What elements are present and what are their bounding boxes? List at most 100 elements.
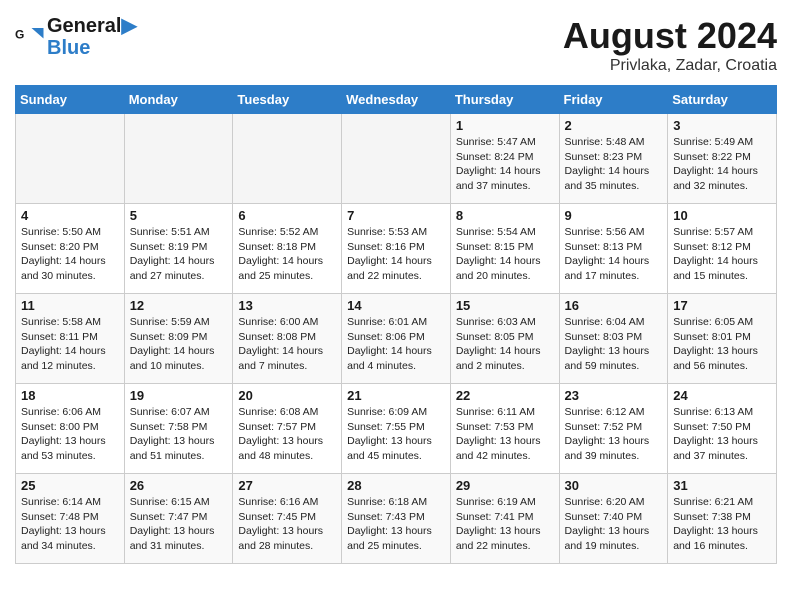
- day-info: Sunrise: 6:12 AM Sunset: 7:52 PM Dayligh…: [565, 405, 663, 464]
- day-info: Sunrise: 6:06 AM Sunset: 8:00 PM Dayligh…: [21, 405, 119, 464]
- day-info: Sunrise: 5:58 AM Sunset: 8:11 PM Dayligh…: [21, 315, 119, 374]
- main-title: August 2024: [563, 15, 777, 57]
- day-number: 30: [565, 478, 663, 493]
- day-info: Sunrise: 5:47 AM Sunset: 8:24 PM Dayligh…: [456, 135, 554, 194]
- calendar-cell: 6Sunrise: 5:52 AM Sunset: 8:18 PM Daylig…: [233, 204, 342, 294]
- day-info: Sunrise: 5:59 AM Sunset: 8:09 PM Dayligh…: [130, 315, 228, 374]
- calendar-cell: 3 Sunrise: 5:49 AM Sunset: 8:22 PM Daylig…: [668, 114, 777, 204]
- day-number: 14: [347, 298, 445, 313]
- logo-line2: Blue: [47, 37, 137, 59]
- logo: G General▶ Blue: [15, 15, 137, 59]
- day-number: 17: [673, 298, 771, 313]
- day-info: Sunrise: 6:07 AM Sunset: 7:58 PM Dayligh…: [130, 405, 228, 464]
- week-row-3: 11 Sunrise: 5:58 AM Sunset: 8:11 PM Dayli…: [16, 294, 777, 384]
- day-number: 27: [238, 478, 336, 493]
- calendar-cell: 8Sunrise: 5:54 AM Sunset: 8:15 PM Daylig…: [450, 204, 559, 294]
- day-number: 10: [673, 208, 771, 223]
- day-number: 22: [456, 388, 554, 403]
- calendar-cell: 1 Sunrise: 5:47 AM Sunset: 8:24 PM Daylig…: [450, 114, 559, 204]
- calendar-cell: 10 Sunrise: 5:57 AM Sunset: 8:12 PM Dayli…: [668, 204, 777, 294]
- page-header: G General▶ Blue August 2024 Privlaka, Za…: [15, 15, 777, 75]
- calendar-header: SundayMondayTuesdayWednesdayThursdayFrid…: [16, 86, 777, 114]
- day-number: 3: [673, 118, 771, 133]
- day-number: 21: [347, 388, 445, 403]
- day-number: 12: [130, 298, 228, 313]
- day-info: Sunrise: 6:04 AM Sunset: 8:03 PM Dayligh…: [565, 315, 663, 374]
- logo-line1: General▶: [47, 15, 137, 37]
- calendar-cell: 29Sunrise: 6:19 AM Sunset: 7:41 PM Dayli…: [450, 474, 559, 564]
- header-cell-sunday: Sunday: [16, 86, 125, 114]
- day-info: Sunrise: 6:03 AM Sunset: 8:05 PM Dayligh…: [456, 315, 554, 374]
- day-info: Sunrise: 6:08 AM Sunset: 7:57 PM Dayligh…: [238, 405, 336, 464]
- day-number: 11: [21, 298, 119, 313]
- calendar-cell: 22 Sunrise: 6:11 AM Sunset: 7:53 PM Dayli…: [450, 384, 559, 474]
- calendar-cell: 11 Sunrise: 5:58 AM Sunset: 8:11 PM Dayli…: [16, 294, 125, 384]
- calendar-cell: 31 Sunrise: 6:21 AM Sunset: 7:38 PM Dayli…: [668, 474, 777, 564]
- calendar-cell: 24 Sunrise: 6:13 AM Sunset: 7:50 PM Dayli…: [668, 384, 777, 474]
- calendar-cell: 19Sunrise: 6:07 AM Sunset: 7:58 PM Dayli…: [124, 384, 233, 474]
- day-info: Sunrise: 6:13 AM Sunset: 7:50 PM Dayligh…: [673, 405, 771, 464]
- day-info: Sunrise: 5:49 AM Sunset: 8:22 PM Dayligh…: [673, 135, 771, 194]
- day-info: Sunrise: 6:11 AM Sunset: 7:53 PM Dayligh…: [456, 405, 554, 464]
- day-info: Sunrise: 6:18 AM Sunset: 7:43 PM Dayligh…: [347, 495, 445, 554]
- day-number: 18: [21, 388, 119, 403]
- day-number: 26: [130, 478, 228, 493]
- day-info: Sunrise: 5:48 AM Sunset: 8:23 PM Dayligh…: [565, 135, 663, 194]
- day-number: 24: [673, 388, 771, 403]
- calendar-body: 1 Sunrise: 5:47 AM Sunset: 8:24 PM Daylig…: [16, 114, 777, 564]
- day-number: 15: [456, 298, 554, 313]
- day-info: Sunrise: 6:14 AM Sunset: 7:48 PM Dayligh…: [21, 495, 119, 554]
- day-number: 7: [347, 208, 445, 223]
- title-block: August 2024 Privlaka, Zadar, Croatia: [563, 15, 777, 75]
- day-number: 8: [456, 208, 554, 223]
- header-cell-thursday: Thursday: [450, 86, 559, 114]
- calendar-cell: 18 Sunrise: 6:06 AM Sunset: 8:00 PM Dayli…: [16, 384, 125, 474]
- day-info: Sunrise: 6:05 AM Sunset: 8:01 PM Dayligh…: [673, 315, 771, 374]
- subtitle: Privlaka, Zadar, Croatia: [563, 57, 777, 75]
- week-row-5: 25 Sunrise: 6:14 AM Sunset: 7:48 PM Dayli…: [16, 474, 777, 564]
- day-info: Sunrise: 6:20 AM Sunset: 7:40 PM Dayligh…: [565, 495, 663, 554]
- day-info: Sunrise: 6:16 AM Sunset: 7:45 PM Dayligh…: [238, 495, 336, 554]
- calendar-cell: 21 Sunrise: 6:09 AM Sunset: 7:55 PM Dayli…: [342, 384, 451, 474]
- day-info: Sunrise: 6:09 AM Sunset: 7:55 PM Dayligh…: [347, 405, 445, 464]
- day-info: Sunrise: 5:56 AM Sunset: 8:13 PM Dayligh…: [565, 225, 663, 284]
- day-number: 31: [673, 478, 771, 493]
- day-info: Sunrise: 5:51 AM Sunset: 8:19 PM Dayligh…: [130, 225, 228, 284]
- calendar-cell: 12 Sunrise: 5:59 AM Sunset: 8:09 PM Dayli…: [124, 294, 233, 384]
- day-number: 4: [21, 208, 119, 223]
- day-info: Sunrise: 5:50 AM Sunset: 8:20 PM Dayligh…: [21, 225, 119, 284]
- day-info: Sunrise: 5:53 AM Sunset: 8:16 PM Dayligh…: [347, 225, 445, 284]
- day-number: 25: [21, 478, 119, 493]
- svg-text:G: G: [15, 28, 24, 42]
- day-number: 28: [347, 478, 445, 493]
- day-number: 1: [456, 118, 554, 133]
- day-number: 6: [238, 208, 336, 223]
- calendar-table: SundayMondayTuesdayWednesdayThursdayFrid…: [15, 85, 777, 564]
- header-cell-monday: Monday: [124, 86, 233, 114]
- calendar-cell: 5 Sunrise: 5:51 AM Sunset: 8:19 PM Daylig…: [124, 204, 233, 294]
- day-number: 5: [130, 208, 228, 223]
- day-number: 29: [456, 478, 554, 493]
- calendar-cell: 20Sunrise: 6:08 AM Sunset: 7:57 PM Dayli…: [233, 384, 342, 474]
- header-cell-friday: Friday: [559, 86, 668, 114]
- calendar-cell: 30 Sunrise: 6:20 AM Sunset: 7:40 PM Dayli…: [559, 474, 668, 564]
- day-number: 9: [565, 208, 663, 223]
- calendar-cell: 9 Sunrise: 5:56 AM Sunset: 8:13 PM Daylig…: [559, 204, 668, 294]
- day-info: Sunrise: 6:01 AM Sunset: 8:06 PM Dayligh…: [347, 315, 445, 374]
- calendar-cell: 16 Sunrise: 6:04 AM Sunset: 8:03 PM Dayli…: [559, 294, 668, 384]
- calendar-cell: 26Sunrise: 6:15 AM Sunset: 7:47 PM Dayli…: [124, 474, 233, 564]
- calendar-cell: 7 Sunrise: 5:53 AM Sunset: 8:16 PM Daylig…: [342, 204, 451, 294]
- header-cell-wednesday: Wednesday: [342, 86, 451, 114]
- day-info: Sunrise: 6:21 AM Sunset: 7:38 PM Dayligh…: [673, 495, 771, 554]
- calendar-cell: 4 Sunrise: 5:50 AM Sunset: 8:20 PM Daylig…: [16, 204, 125, 294]
- calendar-cell: [342, 114, 451, 204]
- week-row-2: 4 Sunrise: 5:50 AM Sunset: 8:20 PM Daylig…: [16, 204, 777, 294]
- day-number: 23: [565, 388, 663, 403]
- week-row-1: 1 Sunrise: 5:47 AM Sunset: 8:24 PM Daylig…: [16, 114, 777, 204]
- calendar-cell: 14 Sunrise: 6:01 AM Sunset: 8:06 PM Dayli…: [342, 294, 451, 384]
- header-cell-tuesday: Tuesday: [233, 86, 342, 114]
- day-info: Sunrise: 5:57 AM Sunset: 8:12 PM Dayligh…: [673, 225, 771, 284]
- day-number: 16: [565, 298, 663, 313]
- header-row: SundayMondayTuesdayWednesdayThursdayFrid…: [16, 86, 777, 114]
- calendar-cell: 15 Sunrise: 6:03 AM Sunset: 8:05 PM Dayli…: [450, 294, 559, 384]
